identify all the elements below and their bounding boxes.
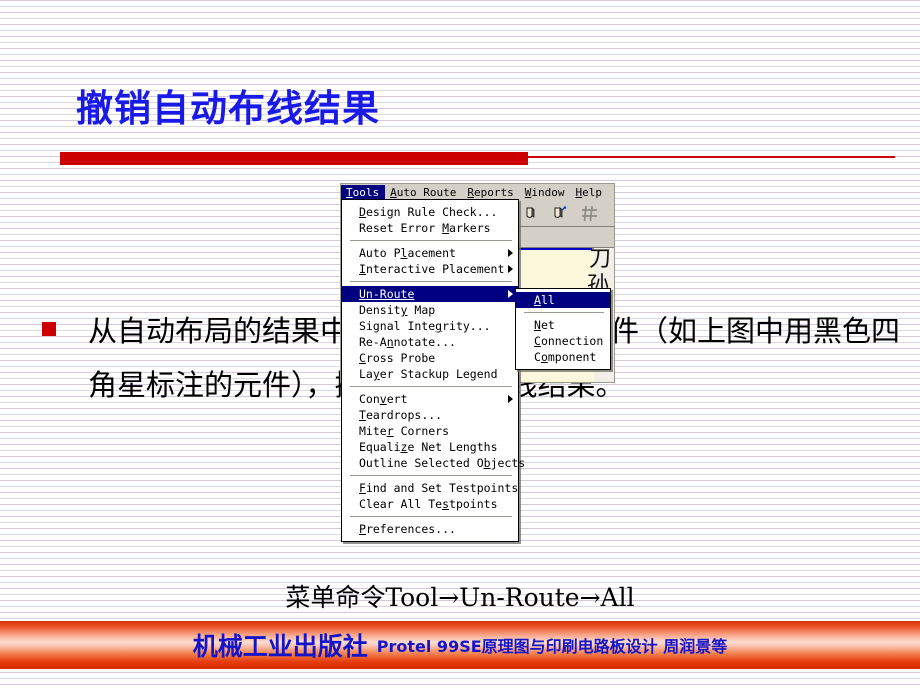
menu-item-reset-error-markers[interactable]: Reset Error Markers — [342, 220, 518, 236]
menubar-item-help[interactable]: Help — [570, 185, 608, 200]
submenu-item-component[interactable]: Component — [516, 349, 610, 365]
undo-icon[interactable] — [612, 205, 614, 222]
menu-item-clear-all-testpoints[interactable]: Clear All Testpoints — [342, 496, 518, 512]
menu-item-re-annotate[interactable]: Re-Annotate... — [342, 334, 518, 350]
tools-dropdown-menu[interactable]: Design Rule Check... Reset Error Markers… — [341, 199, 525, 542]
menu-item-density-map[interactable]: Density Map — [342, 302, 518, 318]
chevron-right-icon — [508, 265, 513, 273]
menu-item-equalize-net-lengths[interactable]: Equalize Net Lengths — [342, 439, 518, 455]
menubar-item-reports[interactable]: Reports — [462, 185, 519, 200]
footer-text: 机械工业出版社 Protel 99SE原理图与印刷电路板设计 周润景等 — [0, 621, 920, 669]
menu-separator — [524, 312, 604, 313]
submenu-item-connection[interactable]: Connection — [516, 333, 610, 349]
title-divider-thick — [60, 152, 528, 165]
menubar-item-auto-route[interactable]: Auto Route — [385, 185, 462, 200]
menu-separator — [350, 516, 512, 517]
submenu-item-all[interactable]: All — [516, 292, 610, 308]
grid-icon[interactable] — [581, 205, 598, 222]
menu-item-cross-probe[interactable]: Cross Probe — [342, 350, 518, 366]
submenu-item-net[interactable]: Net — [516, 317, 610, 333]
menu-item-layer-stackup-legend[interactable]: Layer Stackup Legend — [342, 366, 518, 382]
menubar-item-tools[interactable]: Tools — [341, 184, 386, 200]
menu-item-signal-integrity[interactable]: Signal Integrity... — [342, 318, 518, 334]
menu-item-preferences[interactable]: Preferences... — [342, 521, 518, 537]
menu-item-convert[interactable]: Convert — [342, 391, 518, 407]
net-place-icon[interactable] — [552, 205, 567, 222]
app-menubar: Tools Auto Route Reports Window Help — [341, 184, 614, 200]
footer-band: 机械工业出版社 Protel 99SE原理图与印刷电路板设计 周润景等 — [0, 621, 920, 669]
menu-item-find-and-set-testpoints[interactable]: Find and Set Testpoints — [342, 480, 518, 496]
menu-item-interactive-placement[interactable]: Interactive Placement — [342, 261, 518, 277]
menu-item-design-rule-check[interactable]: Design Rule Check... — [342, 204, 518, 220]
menu-separator — [350, 475, 512, 476]
menu-item-outline-selected-objects[interactable]: Outline Selected Objects — [342, 455, 525, 471]
chevron-right-icon — [508, 395, 513, 403]
menu-item-teardrops[interactable]: Teardrops... — [342, 407, 518, 423]
footer-publisher: 机械工业出版社 — [192, 632, 368, 661]
menu-separator — [350, 386, 512, 387]
canvas-glyph-1: 刀 — [589, 247, 612, 272]
menu-separator — [350, 240, 512, 241]
un-route-submenu[interactable]: All Net Connection Component — [515, 288, 611, 370]
menu-separator — [350, 281, 512, 282]
menu-command-caption: 菜单命令Tool→Un-Route→All — [285, 583, 635, 612]
title-divider-thin — [528, 156, 895, 158]
menu-item-auto-placement[interactable]: Auto Placement — [342, 245, 518, 261]
bullet-marker — [42, 322, 56, 336]
chevron-right-icon — [508, 290, 513, 298]
footer-book-title: Protel 99SE原理图与印刷电路板设计 周润景等 — [376, 637, 728, 656]
page-title: 撤销自动布线结果 — [76, 86, 380, 130]
menu-item-miter-corners[interactable]: Miter Corners — [342, 423, 518, 439]
menu-item-un-route[interactable]: Un-Route — [342, 286, 518, 302]
chevron-right-icon — [508, 249, 513, 257]
component-place-icon[interactable] — [523, 205, 538, 222]
menubar-item-window[interactable]: Window — [520, 185, 571, 200]
